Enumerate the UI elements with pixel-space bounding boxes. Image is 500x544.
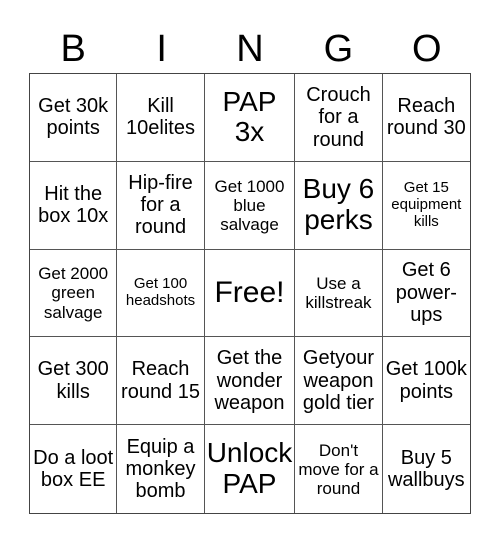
bingo-cell[interactable]: Get 100k points — [382, 337, 470, 426]
bingo-cell[interactable]: Do a loot box EE — [30, 425, 118, 513]
bingo-cell[interactable]: Buy 5 wallbuys — [383, 425, 470, 513]
bingo-card-grid: Get 30k points Kill 10elites PAP 3x Crou… — [29, 73, 471, 514]
bingo-cell[interactable]: Reach round 30 — [382, 74, 470, 162]
bingo-cell[interactable]: Crouch for a round — [295, 74, 383, 162]
bingo-cell[interactable]: Getyour weapon gold tier — [295, 337, 383, 426]
header-letter-o: O — [412, 28, 442, 70]
bingo-cell[interactable]: Get 300 kills — [30, 337, 118, 426]
bingo-cell[interactable]: Get 2000 green salvage — [30, 249, 118, 338]
bingo-cell[interactable]: Reach round 15 — [117, 337, 205, 426]
bingo-cell[interactable]: Hit the box 10x — [30, 161, 118, 250]
bingo-cell[interactable]: Equip a monkey bomb — [117, 425, 205, 513]
bingo-cell[interactable]: Get 15 equipment kills — [382, 162, 470, 250]
header-letter-i: I — [156, 28, 167, 70]
bingo-cell[interactable]: Get 1000 blue salvage — [204, 161, 296, 250]
bingo-header: B I N G O — [29, 26, 471, 72]
bingo-cell[interactable]: Use a killstreak — [295, 249, 383, 338]
bingo-cell[interactable]: PAP 3x — [204, 74, 296, 162]
bingo-cell[interactable]: Get 30k points — [30, 74, 118, 162]
bingo-cell[interactable]: Unlock PAP — [205, 425, 296, 513]
bingo-cell[interactable]: Don't move for a round — [295, 425, 383, 513]
free-space-cell[interactable]: Free! — [204, 249, 296, 338]
bingo-cell[interactable]: Hip-fire for a round — [117, 161, 205, 250]
bingo-cell[interactable]: Kill 10elites — [117, 74, 205, 162]
header-letter-n: N — [236, 28, 264, 70]
bingo-cell[interactable]: Buy 6 perks — [295, 161, 383, 250]
header-letter-b: B — [60, 28, 86, 70]
bingo-cell[interactable]: Get 100 headshots — [117, 249, 205, 338]
bingo-cell[interactable]: Get 6 power-ups — [382, 250, 470, 338]
header-letter-g: G — [323, 28, 354, 70]
bingo-cell[interactable]: Get the wonder weapon — [204, 337, 296, 426]
